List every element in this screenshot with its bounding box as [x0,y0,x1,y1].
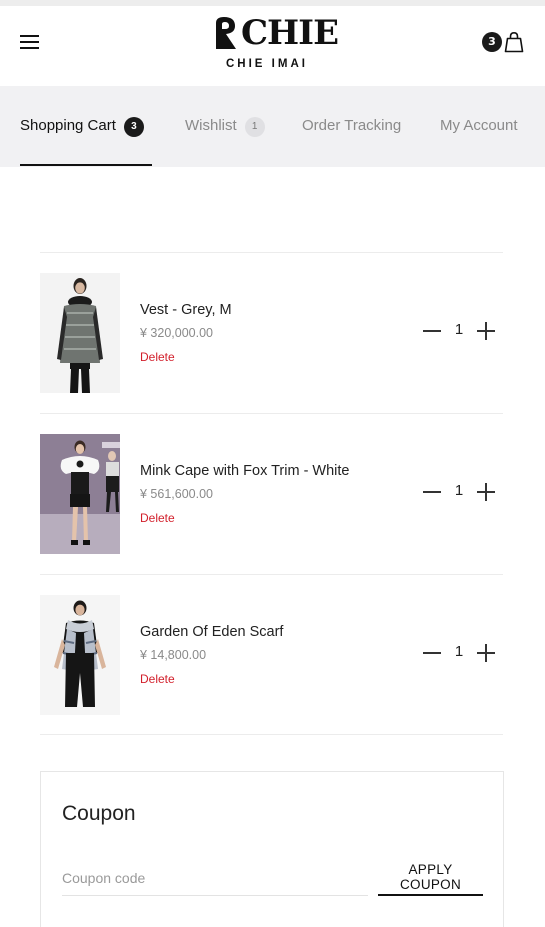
logo-mark-icon [216,17,236,49]
tab-wishlist[interactable]: Wishlist 1 [185,117,265,137]
quantity-decrease-button[interactable] [423,491,441,493]
tab-shopping-cart[interactable]: Shopping Cart 3 [20,117,144,137]
shopping-bag-icon[interactable] [503,31,525,53]
apply-coupon-button[interactable]: APPLY COUPON [378,860,483,896]
quantity-value: 1 [454,643,464,660]
tab-order-tracking[interactable]: Order Tracking [302,117,401,134]
tab-my-account[interactable]: My Account [440,117,518,134]
tab-label: Order Tracking [302,117,402,134]
quantity-increase-button[interactable] [477,483,495,501]
product-name[interactable]: Vest - Grey, M [140,302,232,318]
quantity-increase-button[interactable] [477,644,495,662]
tab-label: Shopping Cart [20,117,116,134]
hamburger-menu-icon[interactable] [20,35,39,49]
account-tab-bar: Shopping Cart 3 Wishlist 1 Order Tracking … [0,86,545,167]
site-logo[interactable]: CHIE CHIE IMAI [213,13,339,75]
product-name[interactable]: Garden Of Eden Scarf [140,624,283,640]
logo-subtitle: CHIE IMAI [226,58,308,70]
coupon-heading: Coupon [62,802,136,825]
product-image-vest[interactable] [40,273,120,393]
coupon-code-input[interactable] [62,860,368,896]
product-price: ¥ 14,800.00 [140,648,207,662]
tab-count-badge: 1 [244,117,265,137]
tab-count-badge: 3 [123,117,144,137]
quantity-value: 1 [454,482,464,499]
tab-label: Wishlist [185,117,237,134]
quantity-decrease-button[interactable] [423,330,441,332]
quantity-decrease-button[interactable] [423,652,441,654]
product-price: ¥ 320,000.00 [140,326,213,340]
cart-item: Garden Of Eden Scarf ¥ 14,800.00 Delete … [40,574,503,735]
quantity-value: 1 [454,321,464,338]
product-name[interactable]: Mink Cape with Fox Trim - White [140,463,350,479]
quantity-increase-button[interactable] [477,322,495,340]
cart-item-list: Vest - Grey, M ¥ 320,000.00 Delete 1 Min… [40,252,503,735]
cart-item: Mink Cape with Fox Trim - White ¥ 561,60… [40,413,503,574]
delete-item-link[interactable]: Delete [140,672,175,686]
delete-item-link[interactable]: Delete [140,350,175,364]
site-header: CHIE CHIE IMAI 3 [0,6,545,86]
product-price: ¥ 561,600.00 [140,487,213,501]
delete-item-link[interactable]: Delete [140,511,175,525]
active-tab-indicator [20,164,152,166]
cart-count-badge[interactable]: 3 [482,32,502,52]
logo-wordmark: CHIE [241,13,339,53]
tab-label: My Account [440,117,518,134]
coupon-panel: Coupon APPLY COUPON [40,771,504,927]
product-image-mink-cape[interactable] [40,434,120,554]
product-image-scarf[interactable] [40,595,120,715]
cart-item: Vest - Grey, M ¥ 320,000.00 Delete 1 [40,252,503,413]
